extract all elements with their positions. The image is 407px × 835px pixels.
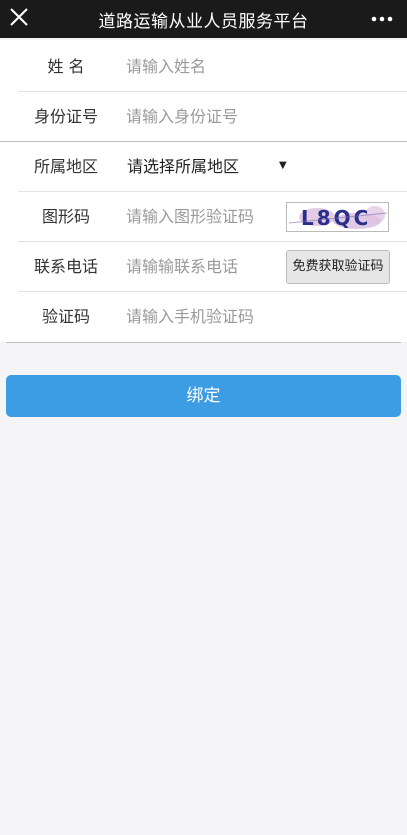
phone-label: 联系电话 (33, 257, 98, 276)
phone-row: 联系电话 免费获取验证码 (0, 242, 407, 292)
name-row: 姓 名 (0, 42, 407, 92)
dropdown-arrow-icon[interactable]: ▼ (279, 160, 287, 171)
sms-code-row: 验证码 (0, 292, 407, 342)
region-label: 所属地区 (33, 157, 98, 176)
name-input[interactable] (126, 42, 386, 92)
captcha-image[interactable]: L8QC (286, 202, 389, 232)
more-icon[interactable] (371, 16, 393, 22)
form-bottom-divider (6, 342, 401, 343)
page-title: 道路运输从业人员服务平台 (98, 12, 309, 32)
captcha-input[interactable] (126, 192, 276, 242)
get-sms-code-button[interactable]: 免费获取验证码 (286, 250, 390, 284)
phone-input[interactable] (126, 242, 276, 292)
id-number-label: 身份证号 (33, 107, 98, 126)
region-select[interactable]: 请选择所属地区 (127, 142, 239, 192)
captcha-row: 图形码 L8QC (0, 192, 407, 242)
id-number-row: 身份证号 (0, 92, 407, 142)
sms-code-input[interactable] (126, 292, 386, 342)
binding-form: 姓 名 身份证号 所属地区 请选择所属地区 ▼ 图形码 L8QC 联系电话 免费… (0, 40, 407, 342)
id-number-input[interactable] (126, 92, 386, 142)
region-row[interactable]: 所属地区 请选择所属地区 ▼ (0, 142, 407, 192)
name-label: 姓 名 (47, 57, 85, 76)
captcha-label: 图形码 (41, 207, 90, 226)
top-bar: 道路运输从业人员服务平台 (0, 0, 407, 38)
sms-code-label: 验证码 (41, 307, 90, 326)
bind-button[interactable]: 绑定 (6, 375, 401, 417)
